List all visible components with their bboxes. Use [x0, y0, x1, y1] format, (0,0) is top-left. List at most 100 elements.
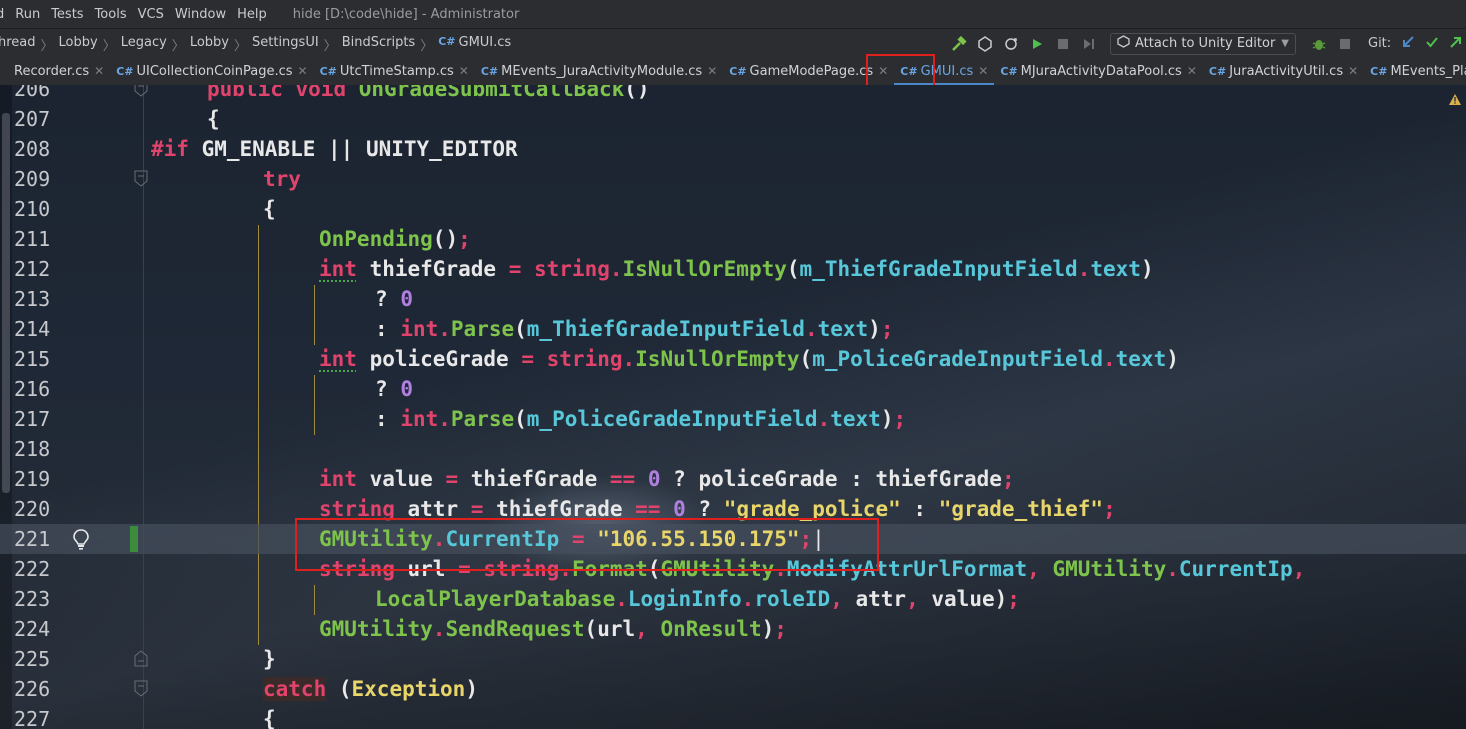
line-number: 213	[14, 287, 51, 311]
vcs-change-marker[interactable]	[130, 526, 138, 552]
line-number: 224	[14, 617, 51, 641]
annotation-box-line	[295, 518, 879, 571]
line-number: 212	[14, 257, 51, 281]
attach-to-unity-dropdown[interactable]: Attach to Unity Editor ▼	[1110, 32, 1296, 55]
tab-uicollectioncoinpage[interactable]: C# UICollectionCoinPage.cs ✕	[110, 57, 313, 85]
fold-marker-icon[interactable]	[134, 680, 148, 697]
csharp-file-icon: C#	[438, 35, 456, 48]
line-number: 208	[14, 137, 51, 161]
code-token: #if	[151, 137, 189, 161]
git-push-arrow-icon[interactable]	[1449, 35, 1463, 53]
tab-mevents-playerassets[interactable]: C#MEvents_PlayerAssetsM	[1364, 57, 1466, 85]
line-number: 210	[14, 197, 51, 221]
code-token: void	[295, 85, 347, 101]
line-number: 220	[14, 497, 51, 521]
debug-bug-icon[interactable]	[1308, 33, 1330, 55]
menu-item-help[interactable]: Help	[237, 7, 267, 22]
git-commit-check-icon[interactable]	[1425, 35, 1439, 53]
line-number: 226	[14, 677, 51, 701]
tab-label: MJuraActivityDataPool.cs	[1020, 63, 1182, 79]
code-token: roleID	[754, 587, 831, 611]
close-icon[interactable]: ✕	[1348, 64, 1358, 78]
csharp-file-icon: C#	[319, 64, 337, 78]
code-token: string	[534, 257, 610, 281]
code-token: value	[369, 467, 433, 491]
breadcrumb-separator-icon: 〉	[102, 39, 116, 54]
fold-marker-icon[interactable]	[134, 650, 148, 667]
tab-utctimestamp[interactable]: C# UtcTimeStamp.cs ✕	[314, 57, 475, 85]
breadcrumb-item-current[interactable]: GMUI.cs	[459, 35, 512, 54]
close-icon[interactable]: ✕	[707, 64, 717, 78]
breadcrumb-item[interactable]: Legacy	[121, 35, 167, 54]
code-line: 206 public void OnGradeSubmitCallBack()	[0, 85, 1466, 104]
breadcrumb-separator-icon: 〉	[323, 39, 337, 54]
code-token: m_ThiefGradeInputField	[526, 317, 805, 341]
breadcrumb-item[interactable]: Lobby	[190, 35, 229, 54]
tab-label: Recorder.cs	[14, 63, 90, 79]
tab-mevents-juraactivitymodule[interactable]: C# MEvents_JuraActivityModule.cs ✕	[475, 57, 723, 85]
csharp-file-icon: C#	[1208, 64, 1227, 78]
stop-icon[interactable]	[1052, 33, 1074, 55]
unity-refresh-icon[interactable]	[1000, 33, 1022, 55]
menu-item-tests[interactable]: Tests	[51, 7, 83, 22]
menu-item-run[interactable]: Run	[15, 7, 40, 22]
line-number: 221	[14, 527, 51, 551]
breadcrumb-item[interactable]: SettingsUI	[252, 35, 319, 54]
line-number: 225	[14, 647, 51, 671]
editor-tab-bar: Recorder.cs ✕ C# UICollectionCoinPage.cs ✕ …	[0, 57, 1466, 86]
breadcrumb-item[interactable]: Lobby	[59, 35, 98, 54]
code-token: try	[263, 167, 301, 191]
code-token: text	[1115, 347, 1167, 371]
code-token: :	[850, 467, 863, 491]
code-token: policeGrade	[698, 467, 838, 491]
code-token: OnPending	[319, 227, 433, 251]
line-number: 207	[14, 107, 51, 131]
breadcrumb-item[interactable]: BindScripts	[342, 35, 416, 54]
line-number: 216	[14, 377, 51, 401]
line-number: 219	[14, 467, 51, 491]
tab-recorder[interactable]: Recorder.cs ✕	[8, 57, 110, 85]
stop-debug-icon[interactable]	[1334, 33, 1356, 55]
line-number: 217	[14, 407, 51, 431]
tab-mjuraactivitydatapool[interactable]: C# MJuraActivityDataPool.cs ✕	[994, 57, 1203, 85]
code-token: SendRequest	[445, 617, 585, 641]
tab-juraactivityutil[interactable]: C# JuraActivityUtil.cs ✕	[1203, 57, 1364, 85]
menu-item-tools[interactable]: Tools	[95, 7, 127, 22]
code-token: Exception	[351, 677, 466, 701]
code-line: 225 }	[0, 644, 1466, 674]
fold-marker-icon[interactable]	[134, 85, 148, 97]
code-line: 217 : int.Parse(m_PoliceGradeInputField.…	[0, 404, 1466, 434]
line-number: 214	[14, 317, 51, 341]
close-icon[interactable]: ✕	[94, 64, 104, 78]
unity-icon[interactable]	[974, 33, 996, 55]
lightbulb-icon[interactable]	[71, 528, 91, 554]
close-icon[interactable]: ✕	[1187, 64, 1197, 78]
close-icon[interactable]: ✕	[978, 64, 988, 78]
code-text: {	[207, 107, 220, 131]
breadcrumb-separator-icon: 〉	[420, 39, 434, 54]
menu-item-build[interactable]: d	[0, 7, 4, 22]
code-line: 215 int policeGrade = string.IsNullOrEmp…	[0, 344, 1466, 374]
code-token: int	[400, 407, 439, 431]
breadcrumb-item[interactable]: hread	[0, 35, 36, 54]
menu-item-window[interactable]: Window	[175, 7, 226, 22]
code-line: 211 OnPending();	[0, 224, 1466, 254]
menu-item-vcs[interactable]: VCS	[138, 7, 164, 22]
fold-marker-icon[interactable]	[134, 170, 148, 187]
code-token: GMUtility	[319, 617, 433, 641]
close-icon[interactable]: ✕	[298, 64, 308, 78]
run-icon[interactable]	[1026, 33, 1048, 55]
close-icon[interactable]: ✕	[459, 64, 469, 78]
code-line: 219 int value = thiefGrade == 0 ? police…	[0, 464, 1466, 494]
line-number: 222	[14, 557, 51, 581]
git-update-arrow-icon[interactable]	[1401, 35, 1415, 53]
code-token: IsNullOrEmpty	[635, 347, 800, 371]
csharp-file-icon: C#	[1000, 64, 1018, 78]
code-token: int	[400, 317, 439, 341]
code-text: }	[263, 647, 276, 671]
build-hammer-icon[interactable]	[948, 33, 970, 55]
code-editor[interactable]: 206 public void OnGradeSubmitCallBack() …	[0, 85, 1466, 729]
step-icon[interactable]	[1078, 33, 1100, 55]
menu-bar: d Run Tests Tools VCS Window Help hide […	[0, 0, 1466, 28]
code-token: LoginInfo	[627, 587, 742, 611]
